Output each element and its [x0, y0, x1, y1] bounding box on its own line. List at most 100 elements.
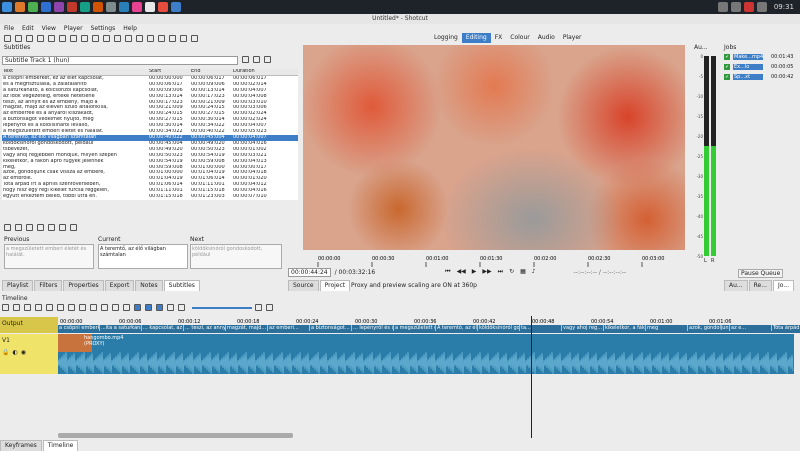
job-item[interactable]: ✔ Ex...lo 00:00:05 [724, 62, 800, 71]
markers-icon[interactable] [136, 35, 143, 42]
save-icon[interactable] [26, 35, 33, 42]
files-icon[interactable] [15, 2, 25, 12]
play-icon[interactable]: ▶ [472, 268, 477, 276]
subtitle-clip[interactable]: Tóta árpád írt a [772, 325, 800, 331]
subtitle-clip[interactable]: a megszületett emberi... [394, 325, 436, 331]
copy-icon[interactable] [24, 304, 31, 311]
layout-logging[interactable]: Logging [430, 33, 462, 43]
layout-player[interactable]: Player [559, 33, 586, 43]
subtitle-clip[interactable]: a biztonságot... [310, 325, 352, 331]
layout-colour[interactable]: Colour [506, 33, 533, 43]
move-icon[interactable] [48, 224, 55, 231]
redo-icon[interactable] [48, 35, 55, 42]
subtitle-clip[interactable]: ta... [520, 325, 562, 331]
tab-project[interactable]: Project [319, 280, 351, 291]
tab-keyframes[interactable]: Keyframes [0, 440, 42, 451]
history-icon[interactable] [114, 35, 121, 42]
tab-export[interactable]: Export [104, 280, 135, 291]
remove-subtitle-icon[interactable] [15, 224, 22, 231]
settings-icon[interactable] [106, 2, 116, 12]
tab-audio[interactable]: Au... [724, 280, 748, 291]
subtitle-clip[interactable]: ... kapcsolat, az idők végezet... [142, 325, 184, 331]
subtitle-clip[interactable]: ... teszi, az annyit és az ember... [184, 325, 226, 331]
append-icon[interactable] [46, 304, 53, 311]
subtitles-icon[interactable] [169, 35, 176, 42]
filters-icon[interactable] [125, 35, 132, 42]
timeline-scrollbar[interactable] [58, 433, 293, 438]
rewind-icon[interactable]: ◀◀ [457, 268, 466, 276]
next-marker-icon[interactable] [123, 304, 130, 311]
menu-edit[interactable]: Edit [22, 24, 34, 33]
loop-icon[interactable]: ↻ [509, 268, 514, 276]
fast-forward-icon[interactable]: ▶▶ [482, 268, 491, 276]
media-icon[interactable] [67, 2, 77, 12]
burn-in-icon[interactable] [59, 224, 66, 231]
volume-icon[interactable]: ♪ [532, 268, 536, 276]
v1-track-header[interactable]: V1 🔒 ◐ ◉ [0, 334, 58, 374]
subtitle-clip[interactable]: az emberi... [268, 325, 310, 331]
tab-notes[interactable]: Notes [135, 280, 163, 291]
tab-jobs[interactable]: Jo... [772, 280, 795, 291]
subtitle-row[interactable]: együtt érkeztem beled, többi ütra én. 00:… [2, 194, 298, 200]
store-icon[interactable] [119, 2, 129, 12]
jobs-icon[interactable] [180, 35, 187, 42]
subtitle-clip[interactable]: köldöksinóról gon... [478, 325, 520, 331]
subtitle-track-select[interactable]: Subtitle Track 1 (hun) [2, 56, 238, 65]
subtitle-clip[interactable]: A teremtő, az élő ... [436, 325, 478, 331]
video-clip[interactable]: hangombo.mp4 (PROXY) [58, 334, 794, 374]
pause-queue-button[interactable]: Pause Queue [738, 269, 784, 278]
subtitle-clip[interactable]: kikeletkor, a fákon... [604, 325, 646, 331]
split-icon[interactable] [90, 304, 97, 311]
subtitle-clip[interactable]: a csöpni emberkét, ez az ... [58, 325, 100, 331]
editor-icon[interactable] [54, 2, 64, 12]
cut-icon[interactable] [13, 304, 20, 311]
subtitle-clip[interactable]: azok, gondoljunk... [688, 325, 730, 331]
subtitle-clip[interactable]: az e... [730, 325, 772, 331]
playhead[interactable] [531, 316, 532, 438]
tab-playlist[interactable]: Playlist [2, 280, 34, 291]
subtitle-clip[interactable]: vagy ahoj reg... [562, 325, 604, 331]
properties-icon[interactable] [70, 35, 77, 42]
undo-icon[interactable] [37, 35, 44, 42]
tray-icon[interactable] [717, 2, 728, 12]
mail-icon[interactable] [93, 2, 103, 12]
menu-settings[interactable]: Settings [91, 24, 116, 33]
layout-audio[interactable]: Audio [534, 33, 559, 43]
skip-start-icon[interactable]: ⏮ [445, 268, 450, 276]
subtitle-clip[interactable]: ...ita a saturkanató... [100, 325, 142, 331]
add-subtitle-icon[interactable] [4, 224, 11, 231]
shotcut-app-icon[interactable] [145, 2, 155, 12]
ripple-all-icon[interactable] [167, 304, 174, 311]
video-preview[interactable] [303, 45, 685, 250]
subtitle-clip[interactable]: magzát, majd... [226, 325, 268, 331]
menu-help[interactable]: Help [123, 24, 137, 33]
export-icon[interactable] [191, 35, 198, 42]
recent-icon[interactable] [81, 35, 88, 42]
lift-icon[interactable] [68, 304, 75, 311]
tab-timeline[interactable]: Timeline [42, 440, 79, 451]
tab-subtitles[interactable]: Subtitles [163, 280, 200, 291]
subtitle-clip[interactable]: meg [646, 325, 688, 331]
zoom-in-icon[interactable] [255, 304, 262, 311]
marker-icon[interactable] [101, 304, 108, 311]
ripple-icon[interactable] [156, 304, 163, 311]
red-app-icon[interactable] [158, 2, 168, 12]
remove-icon[interactable] [57, 304, 64, 311]
chat-icon[interactable] [80, 2, 90, 12]
snap-icon[interactable] [134, 304, 141, 311]
layout-editing[interactable]: Editing [461, 33, 491, 43]
grid-icon[interactable]: ▦ [520, 268, 526, 276]
remove-track-icon[interactable] [253, 56, 260, 63]
notes-icon[interactable] [92, 35, 99, 42]
app-menu-icon[interactable] [2, 2, 12, 12]
job-item[interactable]: ✔ Sp...xt 00:00:42 [724, 72, 800, 81]
player-ruler[interactable]: 00:00:00 00:00:30 00:01:00 00:01:30 00:02:00… [288, 253, 688, 267]
mute-icon[interactable]: ◐ [12, 349, 17, 356]
open-other-icon[interactable] [15, 35, 22, 42]
volume-icon[interactable] [756, 2, 767, 12]
tab-filters[interactable]: Filters [34, 280, 63, 291]
job-item[interactable]: ✔ Make...mp4 00:01:43 [724, 52, 800, 61]
current-subtitle-text[interactable]: A teremtő, az élő világban számtalan [98, 244, 188, 269]
menu-file[interactable]: File [4, 24, 14, 33]
peak-meter-icon[interactable] [59, 35, 66, 42]
